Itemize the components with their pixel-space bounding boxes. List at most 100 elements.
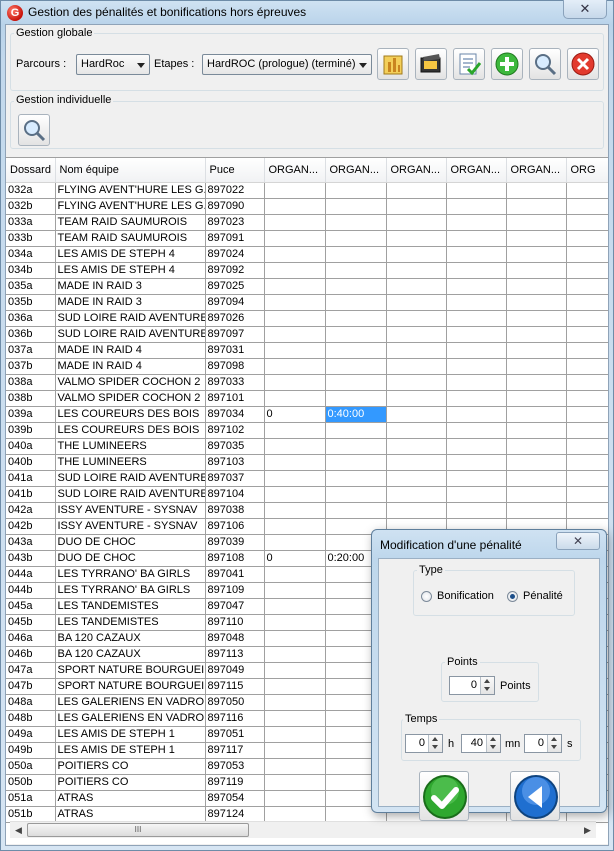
table-cell[interactable] bbox=[264, 262, 326, 279]
table-row[interactable]: 038a VALMO SPIDER COCHON 2 897033 bbox=[6, 374, 608, 391]
table-row[interactable]: 038b VALMO SPIDER COCHON 2 897101 bbox=[6, 390, 608, 407]
table-cell[interactable]: 050b bbox=[6, 774, 56, 791]
table-cell[interactable]: 040a bbox=[6, 438, 56, 455]
table-cell[interactable]: 043a bbox=[6, 534, 56, 551]
title-bar[interactable]: G Gestion des pénalités et bonifications… bbox=[1, 0, 613, 24]
back-button[interactable] bbox=[510, 771, 560, 821]
table-row[interactable]: 033b TEAM RAID SAUMUROIS 897091 bbox=[6, 230, 608, 247]
table-row[interactable]: 037a MADE IN RAID 4 897031 bbox=[6, 342, 608, 359]
table-row[interactable]: 034b LES AMIS DE STEPH 4 897092 bbox=[6, 262, 608, 279]
column-header[interactable]: ORGAN... bbox=[506, 158, 567, 183]
table-cell[interactable] bbox=[446, 310, 507, 327]
scroll-thumb[interactable]: III bbox=[27, 823, 249, 837]
table-cell[interactable] bbox=[386, 310, 447, 327]
table-cell[interactable]: 897039 bbox=[205, 534, 265, 551]
horizontal-scrollbar[interactable]: ◀ III ▶ bbox=[10, 821, 596, 838]
table-cell[interactable]: MADE IN RAID 4 bbox=[55, 342, 206, 359]
table-cell[interactable]: 051b bbox=[6, 806, 56, 823]
table-cell[interactable] bbox=[446, 438, 507, 455]
table-cell[interactable] bbox=[386, 214, 447, 231]
table-cell[interactable] bbox=[506, 278, 567, 295]
table-cell[interactable]: 033a bbox=[6, 214, 56, 231]
table-cell[interactable] bbox=[264, 806, 326, 823]
table-cell[interactable]: VALMO SPIDER COCHON 2 bbox=[55, 390, 206, 407]
table-cell[interactable]: 034b bbox=[6, 262, 56, 279]
table-cell[interactable] bbox=[264, 454, 326, 471]
table-cell[interactable]: 897054 bbox=[205, 790, 265, 807]
table-cell[interactable]: 051a bbox=[6, 790, 56, 807]
table-cell[interactable]: LES COUREURS DES BOIS bbox=[55, 422, 206, 439]
table-cell[interactable]: 897033 bbox=[205, 374, 265, 391]
individual-search-button[interactable] bbox=[18, 114, 50, 146]
scroll-left-arrow-icon[interactable]: ◀ bbox=[10, 822, 27, 839]
table-row[interactable]: 032a FLYING AVENT'HURE LES G... 897022 bbox=[6, 182, 608, 199]
table-cell[interactable]: 0:40:00 bbox=[325, 406, 387, 423]
table-cell[interactable] bbox=[325, 182, 387, 199]
table-cell[interactable]: 897119 bbox=[205, 774, 265, 791]
hours-stepper[interactable]: 0 bbox=[405, 734, 443, 753]
table-cell[interactable]: 036a bbox=[6, 310, 56, 327]
table-cell[interactable]: 044b bbox=[6, 582, 56, 599]
table-cell[interactable]: 897097 bbox=[205, 326, 265, 343]
table-cell[interactable] bbox=[566, 214, 608, 231]
table-cell[interactable] bbox=[566, 230, 608, 247]
table-cell[interactable]: THE LUMINEERS bbox=[55, 438, 206, 455]
table-cell[interactable]: 897031 bbox=[205, 342, 265, 359]
table-cell[interactable]: SUD LOIRE RAID AVENTURE 1 bbox=[55, 486, 206, 503]
table-cell[interactable] bbox=[386, 454, 447, 471]
table-cell[interactable]: 897026 bbox=[205, 310, 265, 327]
table-cell[interactable] bbox=[446, 182, 507, 199]
table-row[interactable]: 035b MADE IN RAID 3 897094 bbox=[6, 294, 608, 311]
column-header[interactable]: Dossard bbox=[6, 158, 56, 183]
window-close-button[interactable]: ✕ bbox=[563, 0, 607, 19]
table-cell[interactable] bbox=[386, 486, 447, 503]
table-cell[interactable] bbox=[446, 230, 507, 247]
table-cell[interactable] bbox=[446, 454, 507, 471]
table-cell[interactable]: 897110 bbox=[205, 614, 265, 631]
table-cell[interactable] bbox=[566, 294, 608, 311]
table-cell[interactable]: 897102 bbox=[205, 422, 265, 439]
table-cell[interactable] bbox=[446, 502, 507, 519]
dialog-close-button[interactable]: ✕ bbox=[556, 532, 600, 550]
table-cell[interactable] bbox=[264, 758, 326, 775]
table-cell[interactable] bbox=[264, 790, 326, 807]
table-cell[interactable] bbox=[446, 342, 507, 359]
table-cell[interactable] bbox=[386, 326, 447, 343]
table-cell[interactable] bbox=[446, 262, 507, 279]
table-cell[interactable] bbox=[325, 358, 387, 375]
table-cell[interactable] bbox=[446, 198, 507, 215]
table-cell[interactable] bbox=[386, 374, 447, 391]
table-cell[interactable] bbox=[264, 422, 326, 439]
table-cell[interactable] bbox=[264, 678, 326, 695]
table-cell[interactable]: SUD LOIRE RAID AVENTURE 3 bbox=[55, 326, 206, 343]
table-cell[interactable] bbox=[566, 198, 608, 215]
table-cell[interactable]: BA 120 CAZAUX bbox=[55, 630, 206, 647]
table-cell[interactable]: 897023 bbox=[205, 214, 265, 231]
table-cell[interactable]: LES GALERIENS EN VADRO... bbox=[55, 694, 206, 711]
table-cell[interactable] bbox=[325, 422, 387, 439]
table-cell[interactable] bbox=[506, 454, 567, 471]
table-cell[interactable] bbox=[264, 310, 326, 327]
table-cell[interactable] bbox=[386, 502, 447, 519]
table-cell[interactable]: 897109 bbox=[205, 582, 265, 599]
table-cell[interactable]: 897091 bbox=[205, 230, 265, 247]
table-cell[interactable]: FLYING AVENT'HURE LES G... bbox=[55, 198, 206, 215]
table-cell[interactable] bbox=[506, 390, 567, 407]
table-cell[interactable]: 041b bbox=[6, 486, 56, 503]
column-header[interactable]: ORGAN... bbox=[264, 158, 326, 183]
table-cell[interactable] bbox=[386, 470, 447, 487]
table-cell[interactable] bbox=[264, 246, 326, 263]
table-cell[interactable] bbox=[264, 390, 326, 407]
table-row[interactable]: 037b MADE IN RAID 4 897098 bbox=[6, 358, 608, 375]
table-cell[interactable] bbox=[386, 406, 447, 423]
table-row[interactable]: 036b SUD LOIRE RAID AVENTURE 3 897097 bbox=[6, 326, 608, 343]
table-cell[interactable]: ISSY AVENTURE - SYSNAV bbox=[55, 502, 206, 519]
table-cell[interactable] bbox=[506, 486, 567, 503]
table-cell[interactable] bbox=[446, 326, 507, 343]
column-header[interactable]: ORGAN... bbox=[386, 158, 447, 183]
table-cell[interactable] bbox=[566, 278, 608, 295]
table-cell[interactable] bbox=[264, 774, 326, 791]
table-cell[interactable]: 897116 bbox=[205, 710, 265, 727]
table-cell[interactable] bbox=[446, 422, 507, 439]
table-cell[interactable] bbox=[386, 198, 447, 215]
